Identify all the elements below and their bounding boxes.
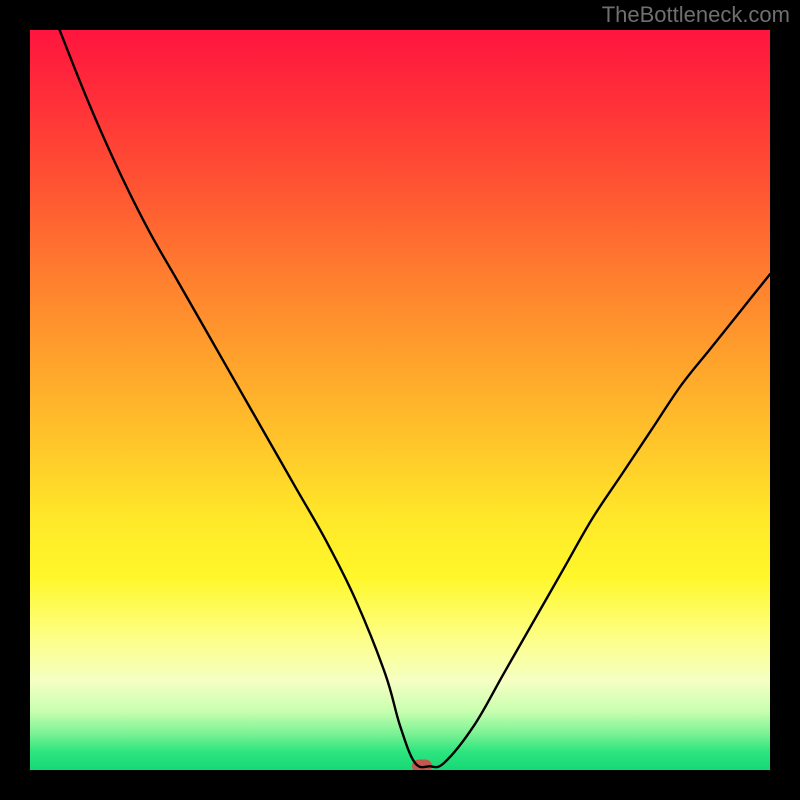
curve-path: [60, 30, 770, 767]
plot-area: [30, 30, 770, 770]
watermark-text: TheBottleneck.com: [602, 2, 790, 28]
bottleneck-curve: [30, 30, 770, 770]
chart-frame: TheBottleneck.com: [0, 0, 800, 800]
